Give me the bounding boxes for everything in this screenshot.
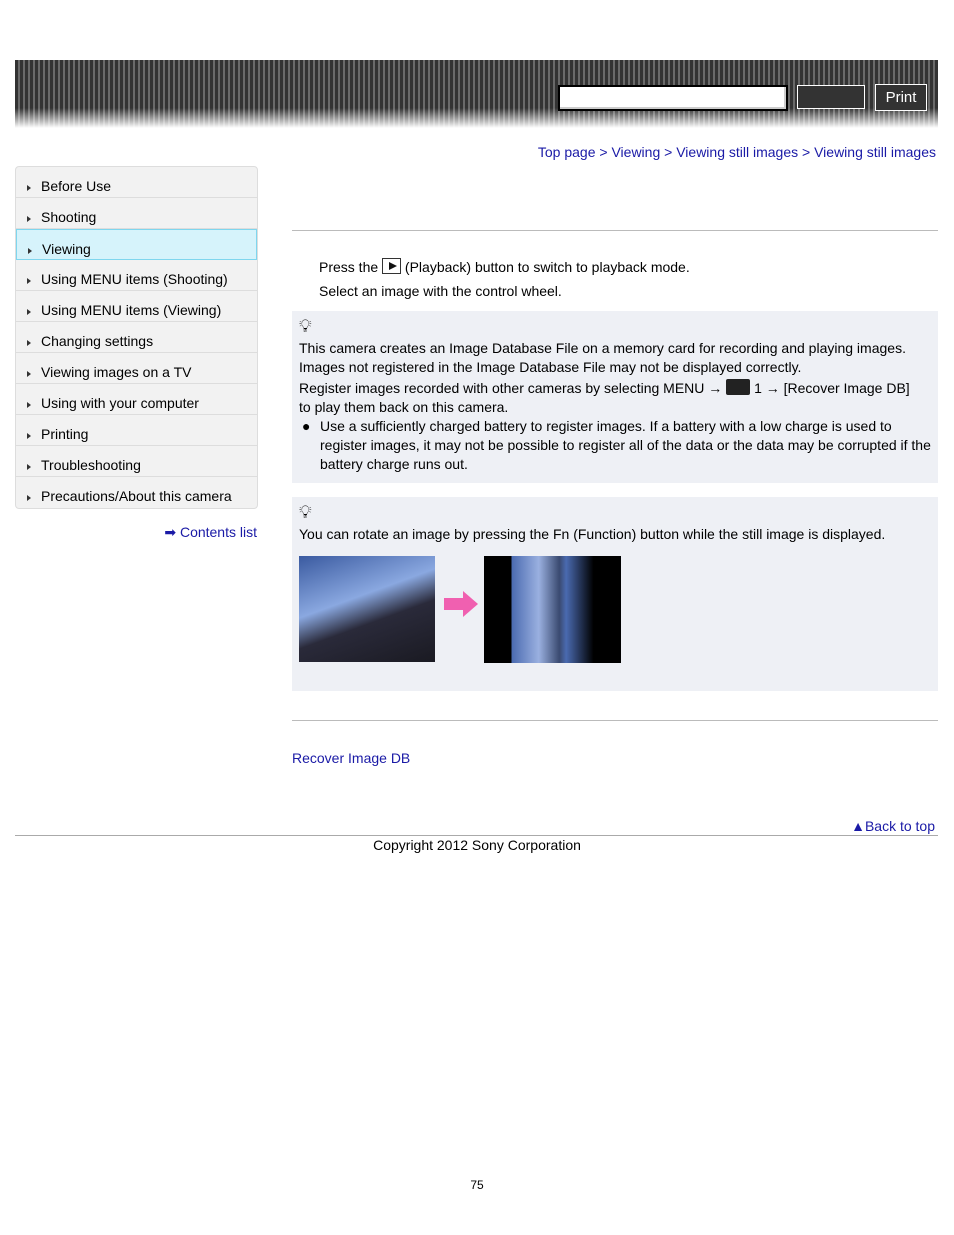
hint-bulb-icon: 💡︎ bbox=[299, 316, 312, 336]
step-text: (Playback) button to switch to playback … bbox=[404, 259, 690, 275]
search-button[interactable] bbox=[797, 85, 865, 109]
sidebar-item-computer[interactable]: Using with your computer bbox=[16, 384, 257, 415]
sidebar-item-troubleshooting[interactable]: Troubleshooting bbox=[16, 446, 257, 477]
hint-box: 💡︎ This camera creates an Image Database… bbox=[292, 311, 938, 483]
playback-menu-icon bbox=[726, 379, 751, 395]
sidebar-item-changing-settings[interactable]: Changing settings bbox=[16, 322, 257, 353]
steps: Press the (Playback) button to switch to… bbox=[292, 255, 938, 303]
search-input[interactable] bbox=[558, 85, 788, 111]
arrow-right-icon: ➡ bbox=[164, 524, 177, 540]
hint-box-rotate: 💡︎ You can rotate an image by pressing t… bbox=[292, 497, 938, 691]
hint-text: Images not registered in the Image Datab… bbox=[299, 359, 802, 375]
footer-divider bbox=[15, 835, 938, 836]
hint-text: This camera creates an Image Database Fi… bbox=[299, 340, 906, 356]
hint-bulb-icon: 💡︎ bbox=[299, 502, 312, 522]
sidebar-item-menu-shooting[interactable]: Using MENU items (Shooting) bbox=[16, 260, 257, 291]
page-number: 75 bbox=[470, 1178, 484, 1192]
bullet-icon: ● bbox=[302, 418, 311, 434]
sidebar: Before Use Shooting Viewing Using MENU i… bbox=[15, 166, 258, 509]
rotated-image-after bbox=[484, 556, 621, 663]
triangle-up-icon: ▲ bbox=[851, 818, 865, 834]
sidebar-item-tv[interactable]: Viewing images on a TV bbox=[16, 353, 257, 384]
sidebar-item-before-use[interactable]: Before Use bbox=[16, 167, 257, 198]
hint-text: to play them back on this camera. bbox=[299, 399, 509, 415]
related-link-recover-image-db[interactable]: Recover Image DB bbox=[292, 750, 410, 766]
sidebar-item-menu-viewing[interactable]: Using MENU items (Viewing) bbox=[16, 291, 257, 322]
breadcrumb-top-page[interactable]: Top page bbox=[538, 144, 596, 160]
step-text: Press the bbox=[319, 259, 379, 275]
back-to-top-link[interactable]: ▲Back to top bbox=[851, 818, 935, 834]
contents-list-link[interactable]: ➡ Contents list bbox=[164, 524, 257, 541]
sidebar-item-shooting[interactable]: Shooting bbox=[16, 198, 257, 229]
hint-text: Register images recorded with other came… bbox=[299, 380, 723, 396]
breadcrumb-viewing-still[interactable]: Viewing still images bbox=[676, 144, 798, 160]
contents-list-label[interactable]: Contents list bbox=[180, 524, 257, 540]
sidebar-item-printing[interactable]: Printing bbox=[16, 415, 257, 446]
back-to-top-label[interactable]: Back to top bbox=[865, 818, 935, 834]
breadcrumb-viewing[interactable]: Viewing bbox=[611, 144, 660, 160]
sidebar-item-precautions[interactable]: Precautions/About this camera bbox=[16, 477, 257, 508]
arrow-right-icon bbox=[444, 598, 464, 610]
arrow-head bbox=[463, 591, 478, 617]
hint-text: 1 → [Recover Image DB] bbox=[754, 380, 910, 396]
divider bbox=[292, 720, 938, 721]
playback-icon bbox=[382, 258, 402, 274]
hint-bullet-text: Use a sufficiently charged battery to re… bbox=[320, 418, 931, 472]
rotated-image-before bbox=[299, 556, 435, 662]
breadcrumb: Top page > Viewing > Viewing still image… bbox=[537, 144, 936, 160]
breadcrumb-current[interactable]: Viewing still images bbox=[814, 144, 936, 160]
copyright: Copyright 2012 Sony Corporation bbox=[373, 837, 581, 853]
divider bbox=[292, 230, 938, 231]
sidebar-item-viewing[interactable]: Viewing bbox=[16, 229, 257, 260]
step-text: Select an image with the control wheel. bbox=[319, 283, 562, 299]
print-button[interactable]: Print bbox=[875, 84, 927, 111]
hint-text: You can rotate an image by pressing the … bbox=[299, 526, 886, 542]
